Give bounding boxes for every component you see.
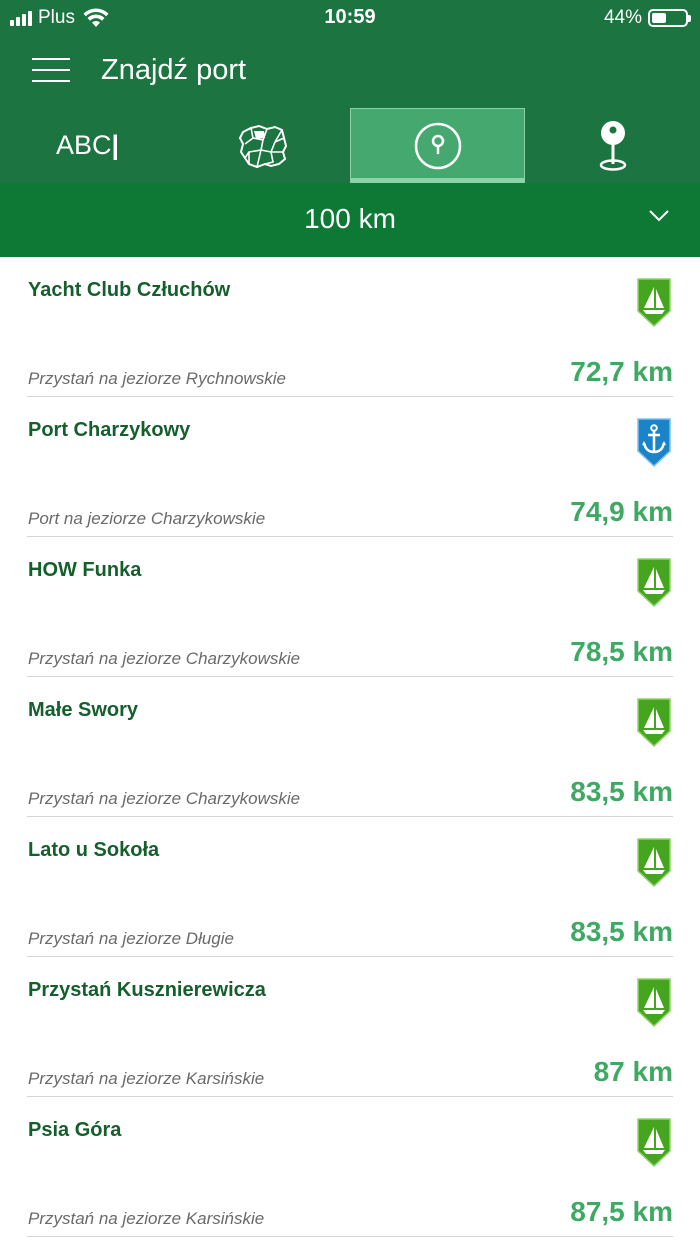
port-description: Przystań na jeziorze Rychnowskie	[28, 369, 286, 388]
battery-icon	[648, 9, 691, 27]
port-list-item[interactable]: Małe Swory Przystań na jeziorze Charzyko…	[27, 677, 673, 817]
app-header: Znajdź port	[0, 36, 700, 108]
port-distance: 83,5 km	[570, 916, 673, 947]
status-right: 44%	[603, 7, 691, 29]
port-list-item[interactable]: Psia Góra Przystań na jeziorze Karsiński…	[27, 1097, 673, 1237]
port-name: Małe Swory	[28, 699, 139, 721]
port-distance: 78,5 km	[570, 636, 673, 667]
port-distance: 87 km	[593, 1056, 673, 1087]
tab-alphabetical-label: ABC	[55, 130, 112, 160]
status-bar: Plus 10:59 44%	[0, 0, 700, 36]
port-list-item[interactable]: Lato u Sokoła Przystań na jeziorze Długi…	[27, 817, 673, 957]
port-description: Przystań na jeziorze Charzykowskie	[28, 789, 301, 808]
port-name: Przystań Kusznierewicza	[28, 979, 266, 1001]
sailboat-marker-icon	[637, 1118, 671, 1168]
sailboat-marker-icon	[637, 558, 671, 608]
battery-fill	[652, 13, 666, 23]
port-description: Przystań na jeziorze Karsińskie	[28, 1069, 265, 1088]
port-description: Przystań na jeziorze Karsińskie	[28, 1209, 265, 1228]
chevron-down-icon	[649, 210, 669, 222]
radius-location-icon	[414, 122, 461, 169]
port-distance: 74,9 km	[570, 496, 673, 527]
port-distance: 87,5 km	[570, 1196, 673, 1227]
port-description: Przystań na jeziorze Charzykowskie	[28, 649, 301, 668]
status-time: 10:59	[324, 6, 376, 28]
map-pin-icon	[599, 120, 626, 171]
poland-map-icon	[238, 124, 287, 168]
port-list-item[interactable]: Port Charzykowy Port na jeziorze Charzyk…	[27, 397, 673, 537]
port-name: Psia Góra	[28, 1119, 122, 1141]
tab-alphabetical[interactable]: ABC|	[0, 108, 175, 183]
sailboat-marker-icon	[637, 278, 671, 328]
port-name: Yacht Club Człuchów	[28, 279, 231, 301]
tab-regions-map[interactable]	[175, 108, 350, 183]
port-list-item[interactable]: Przystań Kusznierewicza Przystań na jezi…	[27, 957, 673, 1097]
anchor-marker-icon	[637, 418, 671, 468]
port-name: Port Charzykowy	[28, 419, 191, 441]
sailboat-marker-icon	[637, 698, 671, 748]
port-name: HOW Funka	[28, 559, 142, 581]
port-distance: 72,7 km	[570, 356, 673, 387]
port-list-item[interactable]: HOW Funka Przystań na jeziorze Charzykow…	[27, 537, 673, 677]
distance-range-dropdown[interactable]: 100 km	[0, 183, 700, 257]
port-description: Przystań na jeziorze Długie	[28, 929, 234, 948]
search-mode-tabs: ABC|	[0, 108, 700, 183]
page-title: Znajdź port	[101, 54, 247, 86]
tab-nearby-radius[interactable]	[350, 108, 525, 183]
tab-map-location[interactable]	[525, 108, 700, 183]
battery-percentage: 44%	[603, 7, 642, 28]
abc-text-icon: ABC|	[55, 130, 120, 160]
port-list: Yacht Club Człuchów Przystań na jeziorze…	[0, 257, 700, 1237]
port-list-item[interactable]: Yacht Club Człuchów Przystań na jeziorze…	[27, 257, 673, 397]
port-name: Lato u Sokoła	[28, 839, 160, 861]
port-distance: 83,5 km	[570, 776, 673, 807]
port-description: Port na jeziorze Charzykowskie	[28, 509, 266, 528]
range-value: 100 km	[304, 203, 396, 234]
hamburger-menu-button[interactable]	[32, 54, 72, 84]
sailboat-marker-icon	[637, 978, 671, 1028]
sailboat-marker-icon	[637, 838, 671, 888]
